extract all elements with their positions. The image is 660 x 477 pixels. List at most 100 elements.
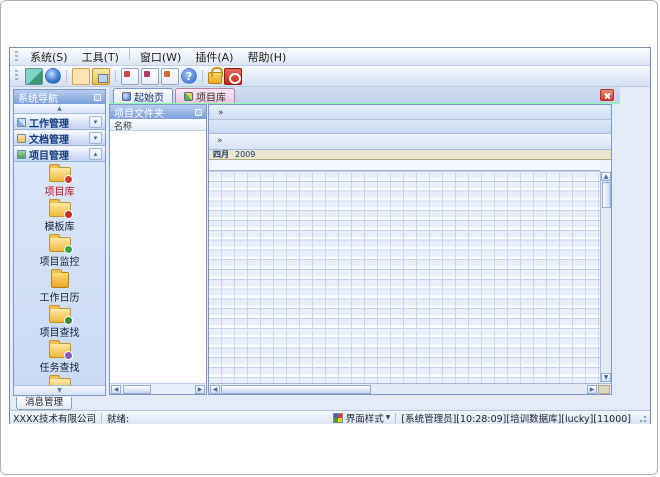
year-label: 2009 [235, 150, 255, 159]
scrollbar-thumb[interactable] [123, 385, 151, 394]
report1-icon[interactable] [121, 68, 139, 85]
badge-icon [64, 175, 73, 184]
chevron-icon[interactable]: ▴ [89, 148, 102, 160]
pin-icon[interactable] [195, 109, 202, 116]
screenshot-frame: 系统(S)工具(T) 窗口(W)插件(A)帮助(H) 系统导航 ▲ 工作管理▾文档… [0, 0, 658, 475]
nav-item-project-doc-search[interactable]: 项目文档查找 [14, 377, 105, 385]
menu-item-tools[interactable]: 工具(T) [75, 48, 126, 66]
ready-status: 就绪: [107, 411, 129, 425]
stop-icon[interactable] [224, 68, 242, 85]
scrollbar-corner [598, 385, 610, 394]
resize-grip[interactable] [637, 413, 647, 423]
work-icon [17, 118, 26, 127]
menu-separator [129, 48, 130, 60]
monitor-icon[interactable] [25, 68, 43, 85]
project-monitor-icon [49, 237, 71, 252]
nav-item-label: 项目查找 [40, 324, 80, 339]
start-tab-icon [122, 92, 131, 101]
template-lib-icon [49, 202, 71, 217]
folder-icon[interactable] [72, 68, 90, 85]
scroll-left-icon[interactable]: ◀ [111, 385, 121, 394]
menu-item-help[interactable]: 帮助(H) [240, 48, 293, 66]
scroll-down-icon[interactable]: ▼ [601, 373, 611, 382]
report3-icon[interactable] [161, 68, 179, 85]
gantt-vertical-scrollbar[interactable]: ▲ ▼ [600, 171, 611, 383]
gantt-horizontal-scrollbar[interactable]: ◀ ▶ [209, 383, 611, 394]
gantt-tab-row [209, 120, 611, 135]
nav-panel-label: 项目管理 [29, 147, 69, 162]
folder-view-icon[interactable] [92, 68, 110, 85]
toolbar-separator [202, 70, 203, 82]
nav-panel-label: 文档管理 [29, 131, 69, 146]
nav-item-task-search[interactable]: 任务查找 [14, 342, 105, 375]
session-info: [系统管理员][10:28:09][培训数据库][lucky][11000] [401, 411, 631, 425]
tree-column-header[interactable]: 名称 [110, 119, 206, 131]
chevron-down-icon[interactable]: ▼ [386, 414, 391, 421]
status-tab-row: » [209, 105, 611, 120]
nav-item-label: 项目库 [45, 183, 75, 198]
toolbar-separator [66, 70, 67, 82]
pin-icon[interactable] [94, 94, 101, 101]
chevron-icon[interactable]: ▾ [89, 116, 102, 128]
project-search-icon [49, 308, 71, 323]
tab-label: 起始页 [134, 89, 164, 104]
toolbar-grip [15, 70, 18, 82]
nav-item-work-calendar[interactable]: 工作日历 [14, 271, 105, 305]
nav-item-project-monitor[interactable]: 项目监控 [14, 236, 105, 269]
menu-item-system[interactable]: 系统(S) [23, 48, 75, 66]
chevron-icon[interactable]: ▾ [89, 132, 102, 144]
scrollbar-thumb[interactable] [602, 182, 611, 208]
nav-item-project-lib[interactable]: 项目库 [14, 166, 105, 199]
globe-icon[interactable] [45, 68, 61, 84]
nav-panel-body: 项目库模板库项目监控工作日历项目查找任务查找项目文档查找 [14, 162, 105, 385]
doc-icon [17, 134, 26, 143]
scroll-right-icon[interactable]: ▶ [195, 385, 205, 394]
report2-icon[interactable] [141, 68, 159, 85]
project-doc-search-icon [49, 378, 71, 385]
badge-icon [64, 351, 73, 360]
close-tab-button[interactable] [600, 89, 614, 101]
nav-panel-doc[interactable]: 文档管理 ▾ [14, 130, 105, 146]
app-window: 系统(S)工具(T) 窗口(W)插件(A)帮助(H) 系统导航 ▲ 工作管理▾文档… [9, 47, 651, 424]
menu-bar: 系统(S)工具(T) 窗口(W)插件(A)帮助(H) [10, 48, 650, 66]
work-calendar-icon [51, 272, 69, 288]
tab-start[interactable]: 起始页 [113, 88, 173, 103]
nav-item-label: 任务查找 [40, 359, 80, 374]
nav-item-template-lib[interactable]: 模板库 [14, 201, 105, 234]
nav-sidebar-title: 系统导航 [18, 90, 58, 105]
help-icon[interactable] [181, 68, 197, 84]
tab-project-lib[interactable]: 项目库 [175, 88, 235, 103]
project-folder-title: 项目文件夹 [114, 105, 164, 120]
project-icon [17, 150, 26, 159]
bottom-dock-row: 消息管理 [10, 397, 650, 410]
nav-panel-work[interactable]: 工作管理▾ [14, 114, 105, 130]
message-manager-tab[interactable]: 消息管理 [16, 397, 72, 410]
nav-item-project-search[interactable]: 项目查找 [14, 307, 105, 340]
company-label: XXXX技术有限公司 [13, 411, 96, 425]
tab-label: 项目库 [196, 89, 226, 104]
menu-item-window[interactable]: 窗口(W) [133, 48, 188, 66]
nav-sidebar: 系统导航 ▲ 工作管理▾文档管理 ▾ 项目管理 ▴ 项目库模板库项目监控工作日历项目查找… [13, 89, 106, 396]
scroll-up-icon[interactable]: ▲ [601, 172, 611, 181]
interface-style-button[interactable]: 界面样式 [346, 411, 384, 425]
project-lib-icon [49, 167, 71, 182]
scroll-right-icon[interactable]: ▶ [587, 385, 597, 394]
month-label: 四月 [213, 149, 229, 160]
scrollbar-thumb[interactable] [221, 385, 371, 394]
scroll-left-icon[interactable]: ◀ [210, 385, 220, 394]
badge-icon [64, 316, 73, 325]
tree-horizontal-scrollbar[interactable]: ◀ ▶ [110, 383, 206, 394]
nav-item-label: 工作日历 [40, 289, 80, 304]
nav-scroll-down[interactable]: ▼ [14, 385, 105, 395]
month-header: 四月 2009 [209, 150, 611, 160]
main-toolbar [10, 66, 650, 87]
nav-panel-project[interactable]: 项目管理 ▴ [14, 146, 105, 162]
gantt-chart [209, 171, 600, 383]
menu-item-plugins[interactable]: 插件(A) [188, 48, 240, 66]
project-lib-tab-icon [184, 92, 193, 101]
nav-scroll-up[interactable]: ▲ [14, 104, 105, 114]
collapse-tree-chevron[interactable]: » [213, 136, 227, 147]
tab-overflow-chevron[interactable]: » [214, 108, 228, 119]
interface-style-icon[interactable] [333, 413, 343, 423]
lock-icon[interactable] [208, 72, 222, 84]
